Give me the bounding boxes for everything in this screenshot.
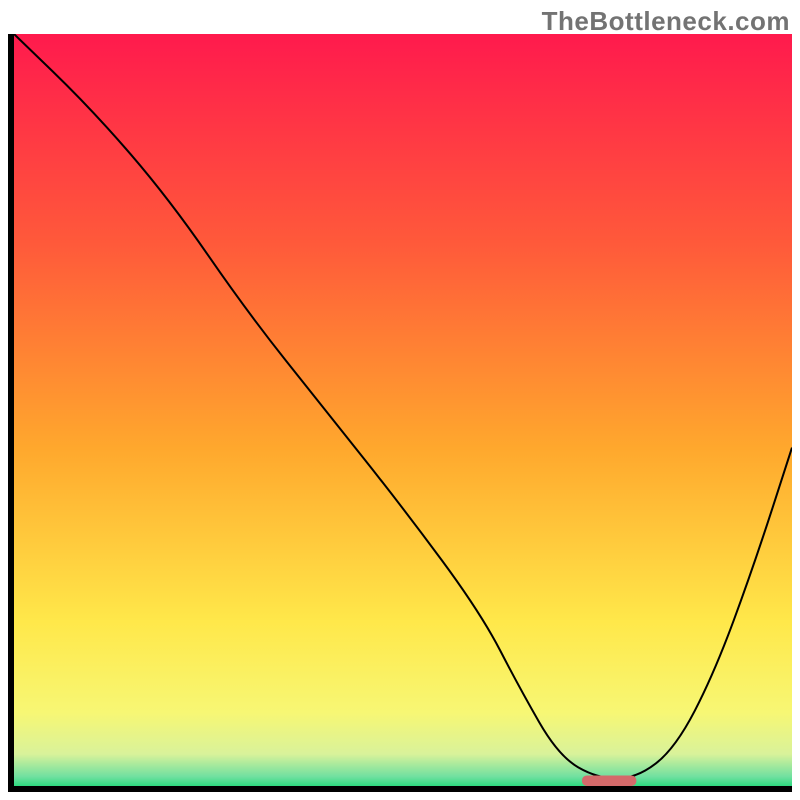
watermark-text: TheBottleneck.com: [542, 6, 790, 37]
chart-container: TheBottleneck.com: [0, 0, 800, 800]
optimum-marker: [582, 775, 636, 786]
gradient-area: [12, 34, 792, 788]
bottleneck-chart: [8, 34, 792, 792]
